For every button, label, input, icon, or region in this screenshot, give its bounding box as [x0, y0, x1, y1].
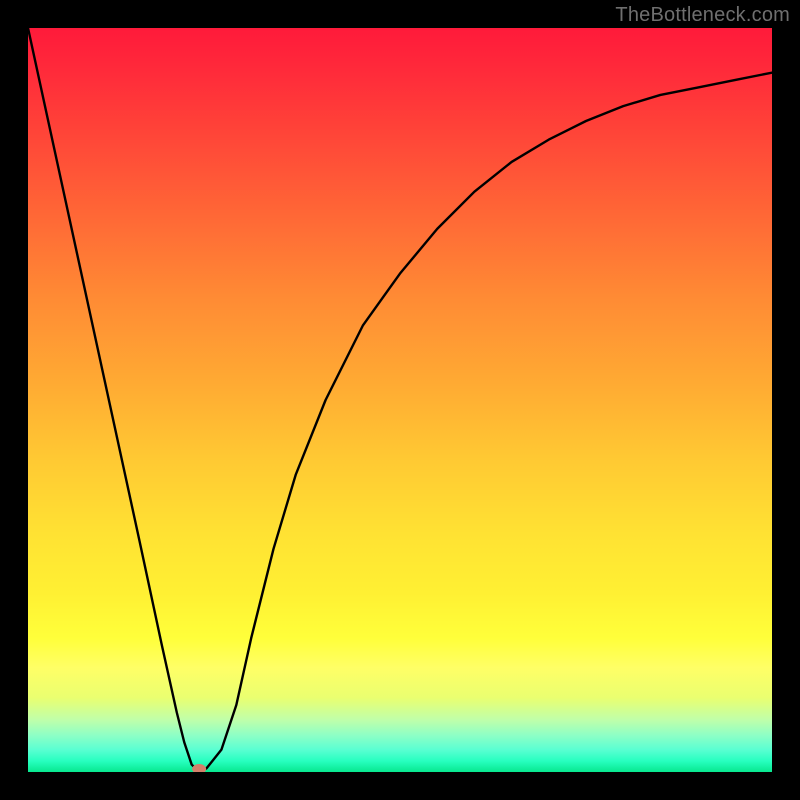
bottleneck-curve — [28, 28, 772, 772]
watermark-text: TheBottleneck.com — [615, 4, 790, 27]
marker-dot — [192, 764, 206, 772]
chart-container: TheBottleneck.com — [0, 0, 800, 800]
plot-area — [28, 28, 772, 772]
curve-svg — [28, 28, 772, 772]
